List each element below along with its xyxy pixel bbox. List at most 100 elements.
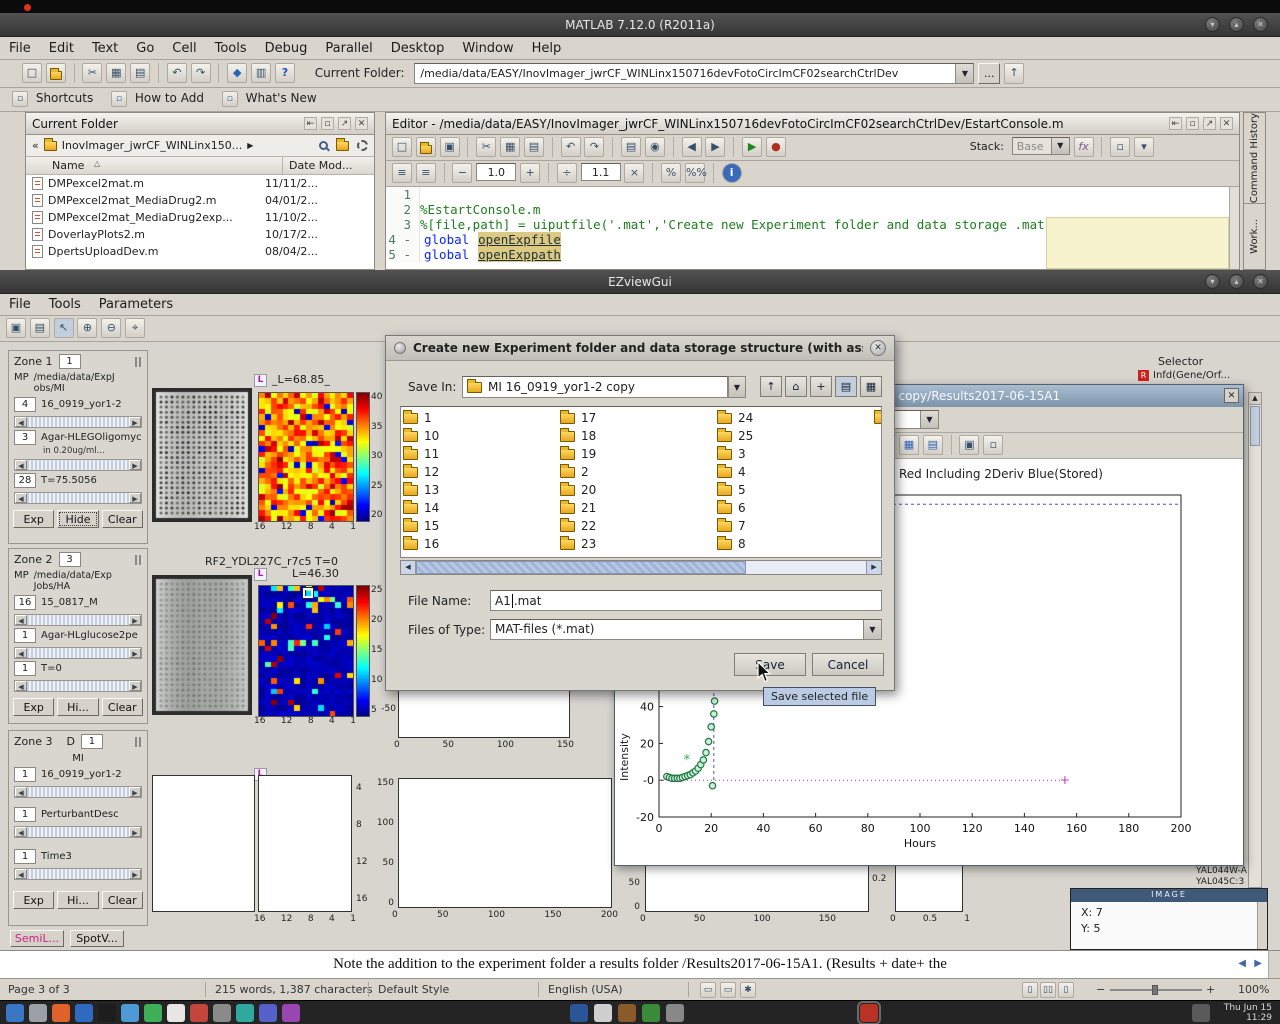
scroll-right-icon[interactable]: ▶ — [866, 561, 881, 574]
drag-handle-icon[interactable] — [135, 357, 143, 367]
taskbar-app-icon[interactable] — [570, 1004, 588, 1022]
drag-handle-icon[interactable] — [135, 555, 143, 565]
info-icon[interactable]: i — [722, 163, 742, 183]
book-view-icon[interactable]: ▯ — [1058, 982, 1074, 998]
dialog-folder-item[interactable]: 22 — [560, 517, 717, 535]
dialog-folder-item[interactable]: 8 — [717, 535, 874, 553]
dialog-folder-item[interactable]: 16 — [403, 535, 560, 553]
column-date[interactable]: Date Mod... — [289, 159, 352, 172]
value-field-2[interactable]: 1.1 — [581, 163, 621, 181]
file-row[interactable]: DMPexcel2mat_MediaDrug2exp... 11/10/2... — [26, 209, 374, 226]
menu-item[interactable]: Edit — [40, 39, 83, 58]
taskbar-app-icon[interactable] — [52, 1004, 70, 1022]
zoom-percent[interactable]: 100% — [1238, 983, 1269, 996]
menu-item[interactable]: Parameters — [90, 295, 182, 314]
taskbar-active-app-icon[interactable] — [860, 1004, 878, 1022]
save-in-combobox[interactable]: MI 16_0919_yor1-2 copy — [462, 376, 728, 398]
multiply-value-icon[interactable]: × — [624, 163, 644, 183]
image-window-titlebar[interactable]: IMAGE — [1071, 889, 1267, 902]
panel-control-icon[interactable]: ⇤ — [1169, 117, 1182, 130]
save-icon[interactable]: ▣ — [6, 318, 26, 338]
close-icon[interactable]: ✕ — [1224, 388, 1239, 403]
zoom-in-icon[interactable]: + — [1206, 983, 1215, 996]
folder-list-hscrollbar[interactable]: ◀ ▶ — [400, 560, 882, 575]
fx-icon[interactable]: fx — [1074, 137, 1094, 157]
window-control-icon[interactable]: ✕ — [1253, 17, 1268, 32]
zone1-media-slider[interactable]: ◀▶ — [14, 459, 142, 471]
zoom-slider-thumb[interactable] — [1152, 985, 1158, 995]
zone2-clear-button[interactable]: Clear — [102, 698, 143, 716]
panel-control-icon[interactable]: ▫ — [321, 117, 334, 130]
outdent-icon[interactable]: ≡ — [416, 163, 436, 183]
insert-mode-icon[interactable]: ▭ — [700, 982, 716, 998]
image-window-scrollbar[interactable] — [1257, 902, 1267, 949]
zone3-time-index[interactable]: 1 — [14, 849, 36, 864]
dialog-folder-item[interactable]: 20 — [560, 481, 717, 499]
dock-icon[interactable]: ▫ — [1110, 137, 1130, 157]
new-icon[interactable]: □ — [392, 137, 412, 157]
drag-handle-icon[interactable] — [135, 737, 143, 747]
shortcut-how-to-add[interactable]: How to Add — [135, 91, 204, 105]
stack-combobox[interactable]: Base ▼ — [1012, 137, 1070, 155]
matlab-titlebar[interactable]: MATLAB 7.12.0 (R2011a) ▾▴✕ — [0, 13, 1280, 37]
menu-item[interactable]: Help — [523, 39, 571, 58]
zone1-exp-index[interactable]: 4 — [14, 397, 36, 412]
taskbar-app-icon[interactable] — [121, 1004, 139, 1022]
single-page-view-icon[interactable]: ▯ — [1022, 982, 1038, 998]
open-icon[interactable] — [416, 137, 436, 157]
zone2-hide-button[interactable]: Hi... — [57, 698, 98, 716]
dialog-folder-item[interactable]: 14 — [403, 499, 560, 517]
zone1-index-field[interactable]: 1 — [59, 354, 81, 369]
zone3-clear-button[interactable]: Clear — [102, 891, 143, 909]
list-view-icon[interactable]: ▤ — [835, 376, 857, 397]
paste-icon[interactable]: ▤ — [130, 63, 150, 83]
undo-icon[interactable]: ↶ — [167, 63, 187, 83]
scroll-left-icon[interactable]: ◀ — [401, 561, 416, 574]
indent-icon[interactable]: ≡ — [392, 163, 412, 183]
zone1-time-index[interactable]: 28 — [14, 473, 36, 488]
find-icon[interactable]: ◉ — [645, 137, 665, 157]
zone1-hide-button[interactable]: Hide — [57, 510, 98, 528]
new-folder-icon[interactable]: + — [810, 376, 832, 397]
menu-item[interactable]: Window — [453, 39, 522, 58]
status-language[interactable]: English (USA) — [548, 983, 623, 996]
scroll-up-icon[interactable]: ▲ — [1249, 393, 1261, 405]
panel-control-icon[interactable]: ↗ — [338, 117, 351, 130]
menu-item[interactable]: Cell — [163, 39, 205, 58]
increase-value-icon[interactable]: + — [520, 163, 540, 183]
zone3-index-field[interactable]: 1 — [81, 734, 103, 749]
gear-icon[interactable] — [357, 140, 368, 151]
zone3-exp-index[interactable]: 1 — [14, 767, 36, 782]
dialog-folder-item[interactable]: 6 — [717, 499, 874, 517]
zone2-time-slider[interactable]: ◀▶ — [14, 680, 142, 692]
decrease-value-icon[interactable]: − — [452, 163, 472, 183]
dialog-titlebar[interactable]: Create new Experiment folder and data st… — [386, 336, 894, 361]
menu-item[interactable]: Tools — [40, 295, 90, 314]
l-marker-icon[interactable]: L — [254, 568, 267, 581]
dialog-folder-item[interactable]: 4 — [717, 463, 874, 481]
panel-control-icon[interactable]: ✕ — [355, 117, 368, 130]
dialog-folder-item[interactable]: 5 — [717, 481, 874, 499]
zone2-plate-image[interactable] — [152, 575, 252, 715]
cut-icon[interactable]: ✂ — [82, 63, 102, 83]
new-script-icon[interactable]: □ — [22, 63, 42, 83]
dialog-folder-item[interactable]: 10 — [403, 427, 560, 445]
dialog-folder-item[interactable]: 17 — [560, 409, 717, 427]
cancel-button[interactable]: Cancel — [812, 653, 884, 676]
plotC[interactable] — [398, 778, 612, 908]
files-of-type-combobox[interactable]: MAT-files (*.mat) ▼ — [490, 619, 882, 640]
divide-value-icon[interactable]: ÷ — [557, 163, 577, 183]
zone3-time-slider[interactable]: ◀▶ — [14, 868, 142, 880]
zone3-hide-button[interactable]: Hi... — [57, 891, 98, 909]
zoom-out-icon[interactable]: − — [1096, 983, 1105, 996]
undo-icon[interactable]: ↶ — [561, 137, 581, 157]
zone2-media-slider[interactable]: ◀▶ — [14, 647, 142, 659]
breadcrumb-forward-icon[interactable]: ▶ — [247, 141, 253, 150]
print-icon[interactable]: ▤ — [621, 137, 641, 157]
taskbar-app-icon[interactable] — [213, 1004, 231, 1022]
changes-icon[interactable]: ✱ — [740, 982, 756, 998]
selected-spot-marker[interactable] — [303, 588, 313, 598]
tab-command-history[interactable]: Command History — [1249, 113, 1260, 203]
scroll-thumb[interactable] — [1250, 406, 1260, 446]
taskbar-app-icon[interactable] — [29, 1004, 47, 1022]
